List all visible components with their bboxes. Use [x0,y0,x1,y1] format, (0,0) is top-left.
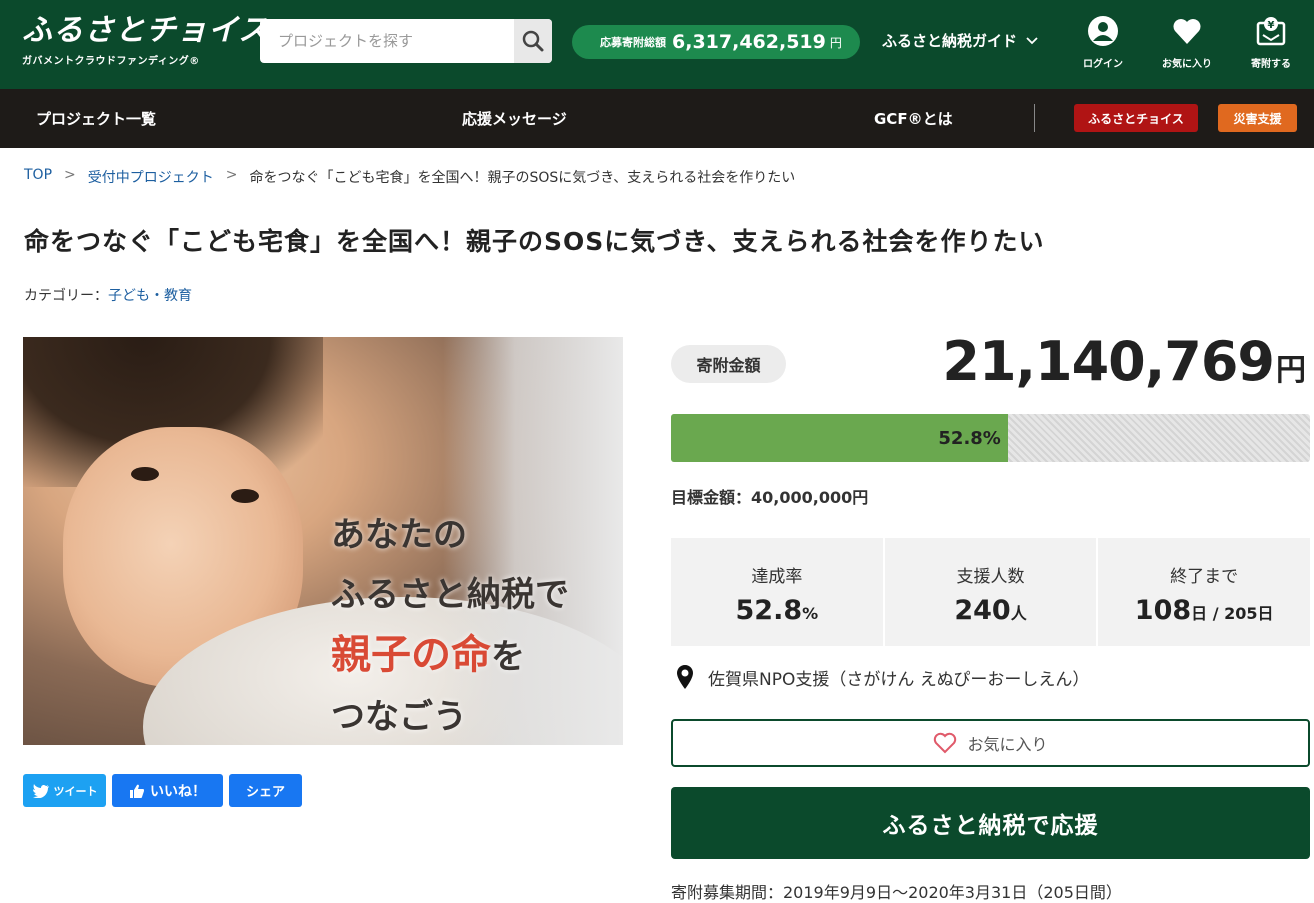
donation-amount-label: 寄附金額 [671,345,786,383]
donation-amount-unit: 円 [1276,353,1306,388]
stat-label: 達成率 [751,567,803,587]
like-label: いいね！ [150,783,206,800]
total-donation-value: 6,317,462,519 [672,31,826,53]
search-icon [522,30,544,52]
share-button[interactable]: シェア [229,774,302,807]
nav-divider [1034,104,1035,132]
user-icon [1088,16,1118,46]
nav-project-list[interactable]: プロジェクト一覧 [36,108,156,129]
favorite-label: お気に入り [967,735,1048,754]
stats-panel: 達成率 52.8% 支援人数 240人 終了まで 108日 / 205日 [671,538,1311,646]
search-box [260,19,552,63]
stat-unit: % [802,604,819,623]
stat-value: 240 [954,595,1011,626]
category-link[interactable]: 子ども・教育 [108,288,192,304]
stat-value: 108 [1134,595,1192,626]
progress-label: 52.8% [938,428,1001,449]
goal-amount: 目標金額：40,000,000円 [671,488,869,507]
disaster-support-button[interactable]: 災害支援 [1218,104,1297,132]
location-text[interactable]: 佐賀県NPO支援（さがけん えぬぴーおーしえん） [708,665,1089,690]
breadcrumb: TOP > 受付中プロジェクト > 命をつなぐ「こども宅食」を全国へ！親子のSO… [24,167,795,187]
nav-about-gcf[interactable]: GCF®とは [874,108,953,129]
donation-period: 寄附募集期間：2019年9月9日～2020年3月31日（205日間） [671,883,1122,902]
breadcrumb-separator: > [64,167,76,183]
donate-header-button[interactable]: ¥ 寄附する [1236,15,1306,70]
stat-supporters: 支援人数 240人 [884,538,1097,646]
heart-outline-icon [934,732,957,754]
hero-line1: あなたの [331,515,467,555]
login-button[interactable]: ログイン [1068,15,1138,70]
logo-main-text: ふるさとチョイス [22,13,270,48]
breadcrumb-open-projects[interactable]: 受付中プロジェクト [88,167,214,187]
yen-box-icon: ¥ [1256,17,1286,46]
total-donation-unit: 円 [829,35,842,50]
twitter-icon [32,783,49,798]
donate-header-label: 寄附する [1251,59,1291,70]
like-button[interactable]: いいね！ [112,774,223,807]
project-location: 佐賀県NPO支援（さがけん えぬぴーおーしえん） [676,664,1089,690]
hero-line2: ふるさと納税で [331,575,569,615]
search-button[interactable] [514,19,552,63]
nav-support-messages[interactable]: 応援メッセージ [462,108,567,129]
total-donation-badge: 応募寄附総額 6,317,462,519 円 [572,25,860,59]
login-label: ログイン [1083,59,1123,70]
map-pin-icon [677,665,693,689]
stat-achievement: 達成率 52.8% [671,538,883,646]
furusato-choice-button[interactable]: ふるさとチョイス [1074,104,1198,132]
favorites-button[interactable]: お気に入り [1152,15,1222,70]
site-logo[interactable]: ふるさとチョイス ガバメントクラウドファンディング® [22,13,270,68]
page-title: 命をつなぐ「こども宅食」を全国へ！親子のSOSに気づき、支えられる社会を作りたい [24,227,1045,256]
stat-label: 支援人数 [956,567,1025,587]
breadcrumb-current: 命をつなぐ「こども宅食」を全国へ！親子のSOSに気づき、支えられる社会を作りたい [249,170,796,186]
social-buttons: ツイート いいね！ シェア [23,774,302,807]
project-hero-image: あなたの ふるさと納税で 親子の命を つなごう [23,337,623,745]
hero-line3-rest: を [491,637,525,677]
stat-unit: 日 / 205日 [1191,604,1274,623]
stat-unit: 人 [1010,604,1027,623]
breadcrumb-top[interactable]: TOP [24,167,52,187]
progress-bar: 52.8% [671,414,1310,462]
donation-amount-value: 21,140,769 [942,330,1275,393]
site-header: ふるさとチョイス ガバメントクラウドファンディング® 応募寄附総額 6,317,… [0,0,1314,89]
total-donation-label: 応募寄附総額 [600,36,666,49]
stat-days-left: 終了まで 108日 / 205日 [1098,538,1311,646]
stat-value: 52.8 [735,595,803,626]
breadcrumb-separator: > [225,167,238,183]
main-nav: プロジェクト一覧 応援メッセージ GCF®とは ふるさとチョイス 災害支援 [0,89,1314,148]
logo-sub-text: ガバメントクラウドファンディング® [22,56,200,67]
hero-caption: あなたの ふるさと納税で 親子の命を つなごう [331,505,569,745]
donation-amount: 21,140,769 円 [942,330,1306,393]
stat-label: 終了まで [1170,567,1239,587]
add-favorite-button[interactable]: お気に入り [671,719,1310,767]
search-input[interactable] [260,19,512,63]
tweet-label: ツイート [53,784,98,798]
thumbs-up-icon [130,784,144,798]
hero-line3-red: 親子の命 [331,631,491,678]
category-label: カテゴリー： [24,288,108,304]
guide-label: ふるさと納税ガイド [882,32,1018,50]
heart-icon [1173,19,1201,44]
chevron-down-icon [1026,36,1038,44]
tweet-button[interactable]: ツイート [23,774,106,807]
hero-line4: つなごう [331,697,467,737]
favorites-label: お気に入り [1162,59,1212,70]
furusato-guide-menu[interactable]: ふるさと納税ガイド [882,30,1039,51]
donate-button[interactable]: ふるさと納税で応援 [671,787,1310,859]
project-category: カテゴリー：子ども・教育 [24,285,192,305]
svg-text:¥: ¥ [1268,20,1275,31]
